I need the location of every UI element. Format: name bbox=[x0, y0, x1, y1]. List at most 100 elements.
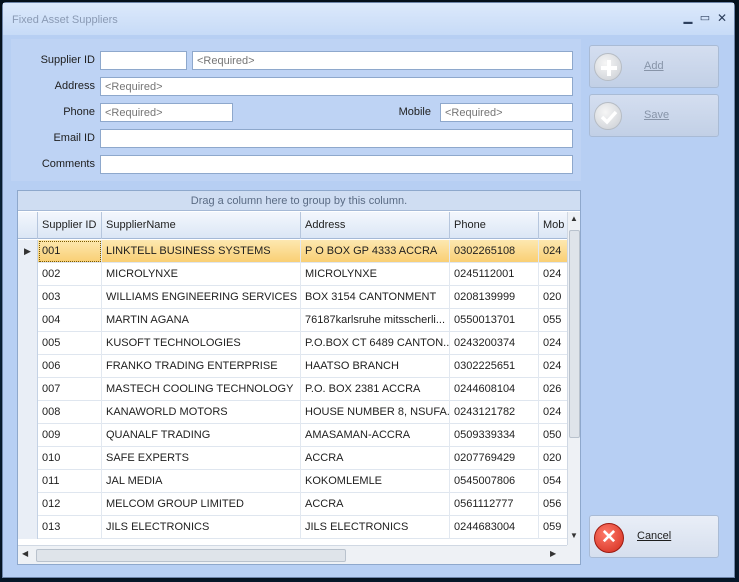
cell-supplier-name[interactable]: LINKTELL BUSINESS SYSTEMS bbox=[102, 240, 301, 263]
cell-supplier-name[interactable]: KUSOFT TECHNOLOGIES bbox=[102, 332, 301, 355]
column-header-supplier-id[interactable]: Supplier ID bbox=[38, 212, 102, 239]
scroll-left-icon[interactable]: ◀ bbox=[22, 549, 28, 558]
cell-mobile[interactable]: 054 bbox=[539, 470, 567, 493]
cell-phone[interactable]: 0550013701 bbox=[450, 309, 539, 332]
column-header-address[interactable]: Address bbox=[301, 212, 450, 239]
cell-supplier-id[interactable]: 006 bbox=[38, 355, 102, 378]
cell-mobile[interactable]: 026 bbox=[539, 378, 567, 401]
cell-supplier-name[interactable]: MARTIN AGANA bbox=[102, 309, 301, 332]
cell-supplier-id[interactable]: 003 bbox=[38, 286, 102, 309]
table-row[interactable]: 012 MELCOM GROUP LIMITED ACCRA 0561112777 05… bbox=[18, 493, 567, 516]
cell-phone[interactable]: 0545007806 bbox=[450, 470, 539, 493]
cell-mobile[interactable]: 056 bbox=[539, 493, 567, 516]
column-header-mobile[interactable]: Mob bbox=[539, 212, 569, 239]
cell-address[interactable]: HOUSE NUMBER 8, NSUFA... bbox=[301, 401, 450, 424]
cell-supplier-id[interactable]: 002 bbox=[38, 263, 102, 286]
cell-supplier-id[interactable]: 005 bbox=[38, 332, 102, 355]
table-row[interactable]: 002 MICROLYNXE MICROLYNXE 0245112001 024 bbox=[18, 263, 567, 286]
cell-supplier-id[interactable]: 008 bbox=[38, 401, 102, 424]
row-indicator[interactable] bbox=[18, 401, 38, 424]
cell-phone[interactable]: 0561112777 bbox=[450, 493, 539, 516]
cell-supplier-id[interactable]: 001 bbox=[38, 240, 102, 263]
row-indicator[interactable] bbox=[18, 355, 38, 378]
save-button[interactable]: Save bbox=[589, 94, 719, 137]
row-indicator[interactable] bbox=[18, 309, 38, 332]
cell-supplier-name[interactable]: KANAWORLD MOTORS bbox=[102, 401, 301, 424]
cell-address[interactable]: ACCRA bbox=[301, 493, 450, 516]
cell-supplier-name[interactable]: MASTECH COOLING TECHNOLOGY bbox=[102, 378, 301, 401]
cell-phone[interactable]: 0302225651 bbox=[450, 355, 539, 378]
cell-address[interactable]: P.O.BOX CT 6489 CANTON... bbox=[301, 332, 450, 355]
table-row[interactable]: 009 QUANALF TRADING AMASAMAN-ACCRA 05093393… bbox=[18, 424, 567, 447]
cell-phone[interactable]: 0244608104 bbox=[450, 378, 539, 401]
cell-address[interactable]: AMASAMAN-ACCRA bbox=[301, 424, 450, 447]
table-row[interactable]: 004 MARTIN AGANA 76187karlsruhe mitsscherl… bbox=[18, 309, 567, 332]
address-input[interactable] bbox=[100, 77, 573, 96]
supplier-id-input[interactable] bbox=[100, 51, 187, 70]
vertical-scrollbar[interactable]: ▲ ▼ bbox=[567, 212, 580, 545]
row-indicator[interactable] bbox=[18, 470, 38, 493]
table-row[interactable]: 010 SAFE EXPERTS ACCRA 0207769429 020 bbox=[18, 447, 567, 470]
cell-address[interactable]: P O BOX GP 4333 ACCRA bbox=[301, 240, 450, 263]
cell-supplier-name[interactable]: FRANKO TRADING ENTERPRISE bbox=[102, 355, 301, 378]
table-row[interactable]: ▶ 001 LINKTELL BUSINESS SYSTEMS P O BOX GP … bbox=[18, 240, 567, 263]
group-panel[interactable]: Drag a column here to group by this colu… bbox=[18, 191, 580, 211]
minimize-icon[interactable]: ▁ bbox=[681, 11, 695, 25]
row-indicator[interactable] bbox=[18, 332, 38, 355]
column-header-phone[interactable]: Phone bbox=[450, 212, 539, 239]
email-input[interactable] bbox=[100, 129, 573, 148]
table-row[interactable]: 005 KUSOFT TECHNOLOGIES P.O.BOX CT 6489 CA… bbox=[18, 332, 567, 355]
cell-supplier-name[interactable]: SAFE EXPERTS bbox=[102, 447, 301, 470]
cell-mobile[interactable]: 055 bbox=[539, 309, 567, 332]
cell-address[interactable]: JILS ELECTRONICS bbox=[301, 516, 450, 539]
horizontal-scrollbar[interactable]: ◀ ▶ bbox=[18, 545, 567, 564]
cell-mobile[interactable]: 020 bbox=[539, 447, 567, 470]
cell-supplier-name[interactable]: WILLIAMS ENGINEERING SERVICES bbox=[102, 286, 301, 309]
cell-phone[interactable]: 0243200374 bbox=[450, 332, 539, 355]
cell-mobile[interactable]: 024 bbox=[539, 240, 567, 263]
cell-phone[interactable]: 0208139999 bbox=[450, 286, 539, 309]
table-row[interactable]: 013 JILS ELECTRONICS JILS ELECTRONICS 02446… bbox=[18, 516, 567, 539]
table-row[interactable]: 011 JAL MEDIA KOKOMLEMLE 0545007806 054 bbox=[18, 470, 567, 493]
cell-phone[interactable]: 0243121782 bbox=[450, 401, 539, 424]
cell-address[interactable]: 76187karlsruhe mitsscherli... bbox=[301, 309, 450, 332]
cell-address[interactable]: P.O. BOX 2381 ACCRA bbox=[301, 378, 450, 401]
table-row[interactable]: 003 WILLIAMS ENGINEERING SERVICES BOX 3154… bbox=[18, 286, 567, 309]
supplier-name-input[interactable] bbox=[192, 51, 573, 70]
row-indicator[interactable] bbox=[18, 424, 38, 447]
cell-phone[interactable]: 0245112001 bbox=[450, 263, 539, 286]
cell-supplier-name[interactable]: MICROLYNXE bbox=[102, 263, 301, 286]
mobile-input[interactable] bbox=[440, 103, 573, 122]
cell-address[interactable]: BOX 3154 CANTONMENT bbox=[301, 286, 450, 309]
vertical-scroll-thumb[interactable] bbox=[569, 230, 580, 438]
cell-phone[interactable]: 0207769429 bbox=[450, 447, 539, 470]
cell-supplier-id[interactable]: 009 bbox=[38, 424, 102, 447]
column-header-supplier-name[interactable]: SupplierName bbox=[102, 212, 301, 239]
cell-supplier-name[interactable]: MELCOM GROUP LIMITED bbox=[102, 493, 301, 516]
current-row-arrow-icon[interactable]: ▶ bbox=[18, 240, 38, 263]
row-indicator[interactable] bbox=[18, 493, 38, 516]
cell-supplier-id[interactable]: 012 bbox=[38, 493, 102, 516]
cell-supplier-id[interactable]: 010 bbox=[38, 447, 102, 470]
phone-input[interactable] bbox=[100, 103, 233, 122]
cell-address[interactable]: MICROLYNXE bbox=[301, 263, 450, 286]
cell-mobile[interactable]: 059 bbox=[539, 516, 567, 539]
cell-supplier-id[interactable]: 004 bbox=[38, 309, 102, 332]
cell-supplier-name[interactable]: JILS ELECTRONICS bbox=[102, 516, 301, 539]
cell-mobile[interactable]: 024 bbox=[539, 401, 567, 424]
row-indicator[interactable] bbox=[18, 263, 38, 286]
scroll-right-icon[interactable]: ▶ bbox=[550, 549, 556, 558]
cell-address[interactable]: KOKOMLEMLE bbox=[301, 470, 450, 493]
cell-phone[interactable]: 0244683004 bbox=[450, 516, 539, 539]
table-row[interactable]: 008 KANAWORLD MOTORS HOUSE NUMBER 8, NSUFA… bbox=[18, 401, 567, 424]
maximize-icon[interactable]: ▭ bbox=[698, 11, 712, 25]
cell-supplier-id[interactable]: 013 bbox=[38, 516, 102, 539]
cancel-button[interactable]: ✕ Cancel bbox=[589, 515, 719, 558]
cell-mobile[interactable]: 020 bbox=[539, 286, 567, 309]
row-indicator[interactable] bbox=[18, 516, 38, 539]
cell-mobile[interactable]: 024 bbox=[539, 263, 567, 286]
cell-supplier-name[interactable]: JAL MEDIA bbox=[102, 470, 301, 493]
comments-input[interactable] bbox=[100, 155, 573, 174]
scroll-up-icon[interactable]: ▲ bbox=[570, 214, 578, 223]
add-button[interactable]: Add bbox=[589, 45, 719, 88]
